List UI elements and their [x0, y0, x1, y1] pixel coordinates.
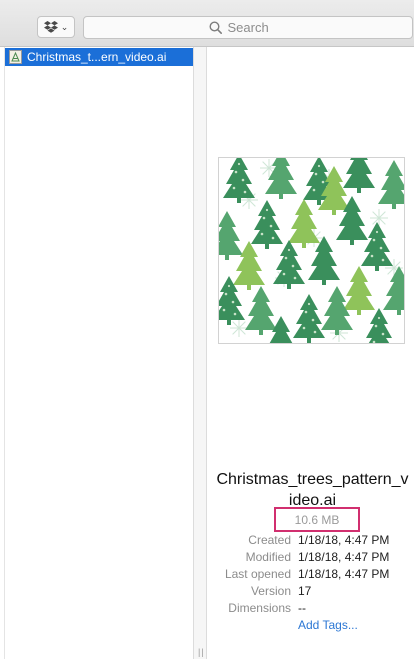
- toolbar: ⌄: [0, 0, 414, 47]
- file-list-item[interactable]: Christmas_t...ern_video.ai: [5, 48, 193, 66]
- file-list-column: Christmas_t...ern_video.ai: [0, 47, 193, 659]
- illustrator-file-icon: [9, 50, 22, 64]
- metadata-row-modified: Modified 1/18/18, 4:47 PM: [207, 549, 414, 566]
- metadata-row-dimensions: Dimensions --: [207, 600, 414, 617]
- metadata-value: 1/18/18, 4:47 PM: [298, 550, 390, 564]
- file-list-item-label: Christmas_t...ern_video.ai: [27, 50, 167, 64]
- preview-pane: Christmas_trees_pattern_video.ai 10.6 MB…: [207, 47, 414, 659]
- metadata-list: Created 1/18/18, 4:47 PM Modified 1/18/1…: [207, 532, 414, 634]
- resize-handle-icon[interactable]: ||: [198, 647, 205, 657]
- dropbox-menu-button[interactable]: ⌄: [37, 16, 75, 38]
- chevron-down-icon: ⌄: [60, 21, 69, 32]
- metadata-key: Created: [248, 533, 291, 547]
- file-size-highlight: 10.6 MB: [274, 507, 360, 532]
- dropbox-icon: [43, 21, 58, 33]
- search-icon: [208, 21, 222, 34]
- metadata-row-tags: Add Tags...: [207, 617, 414, 634]
- metadata-value: 1/18/18, 4:47 PM: [298, 533, 390, 547]
- column-divider[interactable]: ||: [193, 47, 207, 659]
- search-field[interactable]: [83, 16, 413, 39]
- file-size: 10.6 MB: [294, 512, 340, 527]
- metadata-row-version: Version 17: [207, 583, 414, 600]
- preview-filename: Christmas_trees_pattern_video.ai: [216, 471, 409, 509]
- christmas-tree-pattern-image: [219, 158, 404, 343]
- metadata-row-created: Created 1/18/18, 4:47 PM: [207, 532, 414, 549]
- file-thumbnail: [218, 157, 405, 344]
- search-input[interactable]: [227, 20, 288, 35]
- metadata-row-last-opened: Last opened 1/18/18, 4:47 PM: [207, 566, 414, 583]
- metadata-key: Modified: [245, 550, 291, 564]
- metadata-key: Last opened: [224, 567, 291, 581]
- add-tags-link[interactable]: Add Tags...: [298, 617, 358, 634]
- metadata-key: Version: [250, 584, 291, 598]
- metadata-key: Dimensions: [228, 601, 291, 615]
- metadata-value: 17: [298, 584, 312, 598]
- metadata-value: --: [298, 601, 306, 615]
- column-gutter: [0, 47, 5, 659]
- metadata-value: 1/18/18, 4:47 PM: [298, 567, 390, 581]
